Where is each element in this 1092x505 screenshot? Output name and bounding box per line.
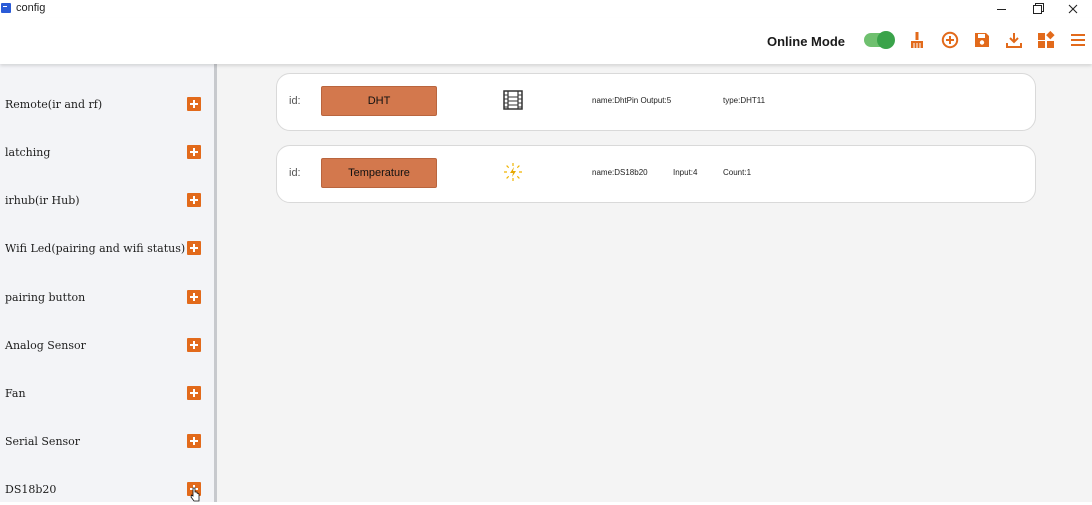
minimize-icon [996,8,1006,10]
minimize-button[interactable] [983,0,1019,18]
component-card-temperature[interactable]: id: Temperature name:DS18b20 Input:4 Cou… [276,145,1036,203]
card-id-chip[interactable]: DHT [321,86,437,116]
plus-icon[interactable] [187,193,201,207]
close-button[interactable] [1055,0,1091,18]
widgets-icon[interactable] [1037,31,1055,49]
toolbar: Online Mode [0,18,1092,64]
sidebar-item-label: latching [5,146,51,159]
sidebar-item-wifi-led: Wifi Led(pairing and wifi status) [0,234,214,264]
sidebar: Remote(ir and rf) latching irhub(ir Hub)… [0,58,214,505]
sidebar-item-latching: latching [0,138,214,168]
restore-icon [1032,4,1042,14]
component-card-dht[interactable]: id: DHT name:DhtPin Output:5 type:DHT11 [276,73,1036,131]
card-id-label: id: [289,95,301,107]
sidebar-item-label: Remote(ir and rf) [5,98,103,111]
card-input: Input:4 [673,168,698,177]
sidebar-item-analog-sensor: Analog Sensor [0,331,214,361]
sidebar-item-pairing-button: pairing button [0,283,214,313]
sidebar-item-label: Fan [5,387,26,400]
plus-icon[interactable] [187,338,201,352]
sidebar-item-label: Wifi Led(pairing and wifi status) [5,242,186,255]
save-icon[interactable] [973,31,991,49]
toggle-knob [877,31,895,49]
card-id-label: id: [289,167,301,179]
mode-label: Online Mode [767,34,845,49]
plus-icon[interactable] [187,97,201,111]
sidebar-item-label: DS18b20 [5,483,57,496]
plus-icon[interactable] [187,434,201,448]
terminal-icon [1,3,11,13]
sidebar-item-ds18b20: DS18b20 [0,475,214,505]
plus-icon[interactable] [187,386,201,400]
sidebar-item-serial-sensor: Serial Sensor [0,427,214,457]
sidebar-item-remote: Remote(ir and rf) [0,90,214,120]
card-count: Count:1 [723,168,752,177]
sidebar-item-label: pairing button [5,291,86,304]
sidebar-item-irhub: irhub(ir Hub) [0,186,214,216]
sidebar-item-label: Serial Sensor [5,435,81,448]
window-title: config [16,2,46,14]
maximize-button[interactable] [1019,0,1055,18]
sidebar-item-label: irhub(ir Hub) [5,194,80,207]
menu-icon[interactable] [1069,31,1087,49]
plus-icon[interactable] [187,241,201,255]
card-id-chip[interactable]: Temperature [321,158,437,188]
add-circle-icon[interactable] [941,31,959,49]
hand-cursor-icon [190,487,200,502]
title-bar: config [0,0,1092,18]
card-name: name:DS18b20 [592,168,648,177]
plus-icon[interactable] [187,145,201,159]
online-mode-toggle[interactable] [864,31,895,49]
broom-icon[interactable] [908,31,926,49]
card-type: type:DHT11 [723,96,766,105]
sidebar-item-fan: Fan [0,379,214,409]
film-strip-icon [503,90,523,110]
download-icon[interactable] [1005,31,1023,49]
sun-bolt-icon [504,163,522,181]
plus-icon[interactable] [187,290,201,304]
card-name: name:DhtPin Output:5 [592,96,672,105]
close-icon [1068,4,1078,14]
main-panel: id: DHT name:DhtPin Output:5 type:DHT11 … [217,64,1092,502]
sidebar-item-label: Analog Sensor [5,339,86,352]
